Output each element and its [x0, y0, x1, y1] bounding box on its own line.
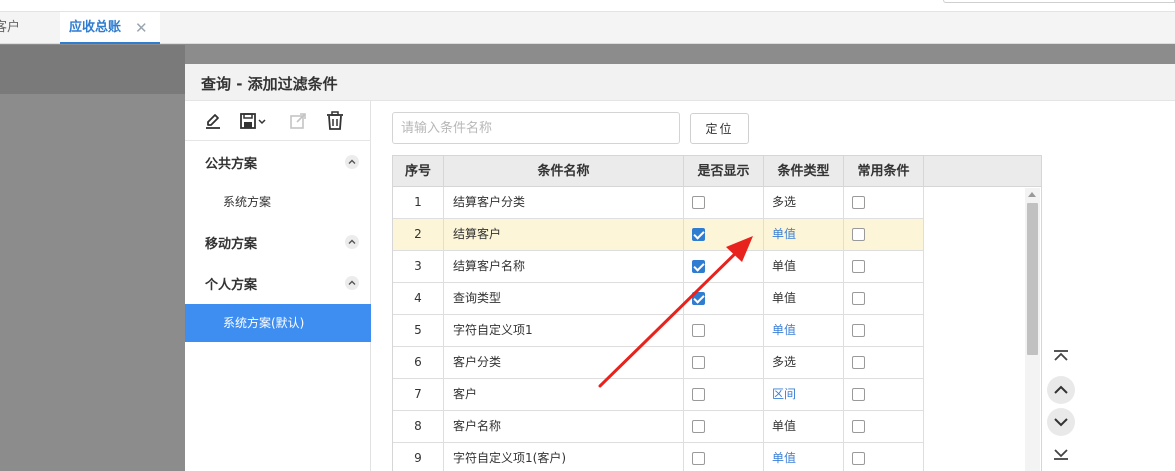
- row-index: 2: [393, 219, 444, 251]
- dialog-header: 查询 - 添加过滤条件: [185, 64, 1175, 101]
- section-mobile-schemes[interactable]: 移动方案: [185, 222, 371, 262]
- row-index: 7: [393, 379, 444, 411]
- row-condition-name: 客户名称: [444, 411, 684, 443]
- table-row[interactable]: 1 结算客户分类 多选: [393, 187, 924, 219]
- row-common-cell: [844, 219, 924, 251]
- header-condition-name: 条件名称: [444, 156, 684, 187]
- row-condition-type: 多选: [764, 347, 844, 379]
- common-checkbox[interactable]: [852, 324, 865, 337]
- row-condition-type[interactable]: 区间: [764, 379, 844, 411]
- header-show: 是否显示: [684, 156, 764, 187]
- scroll-up-icon[interactable]: [1028, 192, 1036, 197]
- grid-scrollbar[interactable]: [1025, 188, 1040, 471]
- row-index: 5: [393, 315, 444, 347]
- show-checkbox[interactable]: [692, 452, 705, 465]
- row-index: 6: [393, 347, 444, 379]
- common-checkbox[interactable]: [852, 292, 865, 305]
- delete-icon[interactable]: [324, 110, 346, 132]
- table-row[interactable]: 8 客户名称 单值: [393, 411, 924, 443]
- row-common-cell: [844, 283, 924, 315]
- move-down-icon[interactable]: [1047, 408, 1075, 436]
- header-index: 序号: [393, 156, 444, 187]
- tab-customer[interactable]: 客户: [0, 12, 20, 44]
- table-row[interactable]: 9 字符自定义项1(客户) 单值: [393, 443, 924, 471]
- row-common-cell: [844, 379, 924, 411]
- top-search-box-edge[interactable]: [943, 0, 1175, 3]
- chevron-up-icon[interactable]: [345, 235, 359, 249]
- scheme-toolbar: [185, 101, 371, 141]
- section-title: 移动方案: [205, 237, 258, 252]
- scheme-panel: 公共方案 系统方案 移动方案 个人方案 系统方案(默认): [185, 101, 371, 471]
- annotation-arrow-icon: [598, 236, 753, 388]
- chevron-up-icon[interactable]: [345, 155, 359, 169]
- tab-bar: 客户 应收总账 ✕: [0, 12, 1175, 44]
- row-common-cell: [844, 347, 924, 379]
- row-index: 1: [393, 187, 444, 219]
- export-icon[interactable]: [287, 110, 309, 132]
- section-title: 公共方案: [205, 157, 258, 172]
- row-common-cell: [844, 251, 924, 283]
- row-index: 9: [393, 443, 444, 471]
- chevron-up-icon[interactable]: [345, 276, 359, 290]
- row-common-cell: [844, 411, 924, 443]
- common-checkbox[interactable]: [852, 388, 865, 401]
- common-checkbox[interactable]: [852, 452, 865, 465]
- row-show-cell: [684, 411, 764, 443]
- top-strip: [0, 0, 1175, 12]
- row-condition-name: 结算客户分类: [444, 187, 684, 219]
- section-title: 个人方案: [205, 278, 258, 293]
- header-condition-type: 条件类型: [764, 156, 844, 187]
- common-checkbox[interactable]: [852, 356, 865, 369]
- section-public-schemes[interactable]: 公共方案: [185, 142, 371, 182]
- close-icon[interactable]: ✕: [135, 12, 148, 44]
- row-show-cell: [684, 443, 764, 471]
- row-condition-type: 单值: [764, 283, 844, 315]
- common-checkbox[interactable]: [852, 260, 865, 273]
- scroll-thumb[interactable]: [1027, 203, 1038, 355]
- condition-search-input[interactable]: [392, 112, 680, 144]
- common-checkbox[interactable]: [852, 420, 865, 433]
- show-checkbox[interactable]: [692, 420, 705, 433]
- row-index: 4: [393, 283, 444, 315]
- show-checkbox[interactable]: [692, 196, 705, 209]
- row-condition-type: 多选: [764, 187, 844, 219]
- row-common-cell: [844, 315, 924, 347]
- tab-label: 应收总账: [69, 20, 122, 35]
- edit-icon[interactable]: [202, 110, 224, 132]
- row-condition-name: 字符自定义项1(客户): [444, 443, 684, 471]
- row-condition-type: 单值: [764, 251, 844, 283]
- row-index: 8: [393, 411, 444, 443]
- row-common-cell: [844, 443, 924, 471]
- row-index: 3: [393, 251, 444, 283]
- dialog-title: 查询 - 添加过滤条件: [201, 75, 338, 93]
- grid-header: 序号 条件名称 是否显示 条件类型 常用条件: [393, 156, 1041, 187]
- row-condition-type: 单值: [764, 411, 844, 443]
- locate-button[interactable]: 定位: [690, 113, 749, 144]
- tab-receivable-ledger[interactable]: 应收总账 ✕: [60, 12, 160, 44]
- save-dropdown-icon[interactable]: [237, 110, 269, 132]
- move-top-icon[interactable]: [1047, 342, 1075, 370]
- row-condition-type[interactable]: 单值: [764, 315, 844, 347]
- row-condition-type[interactable]: 单值: [764, 443, 844, 471]
- row-show-cell: [684, 187, 764, 219]
- move-up-icon[interactable]: [1047, 376, 1075, 404]
- row-condition-type[interactable]: 单值: [764, 219, 844, 251]
- overlay-band: [0, 45, 185, 94]
- row-common-cell: [844, 187, 924, 219]
- header-common: 常用条件: [844, 156, 924, 187]
- common-checkbox[interactable]: [852, 228, 865, 241]
- section-personal-schemes[interactable]: 个人方案: [185, 263, 371, 303]
- common-checkbox[interactable]: [852, 196, 865, 209]
- scheme-item-system-default[interactable]: 系统方案(默认): [185, 304, 371, 342]
- move-bottom-icon[interactable]: [1047, 440, 1075, 468]
- scheme-item-system[interactable]: 系统方案: [185, 183, 371, 221]
